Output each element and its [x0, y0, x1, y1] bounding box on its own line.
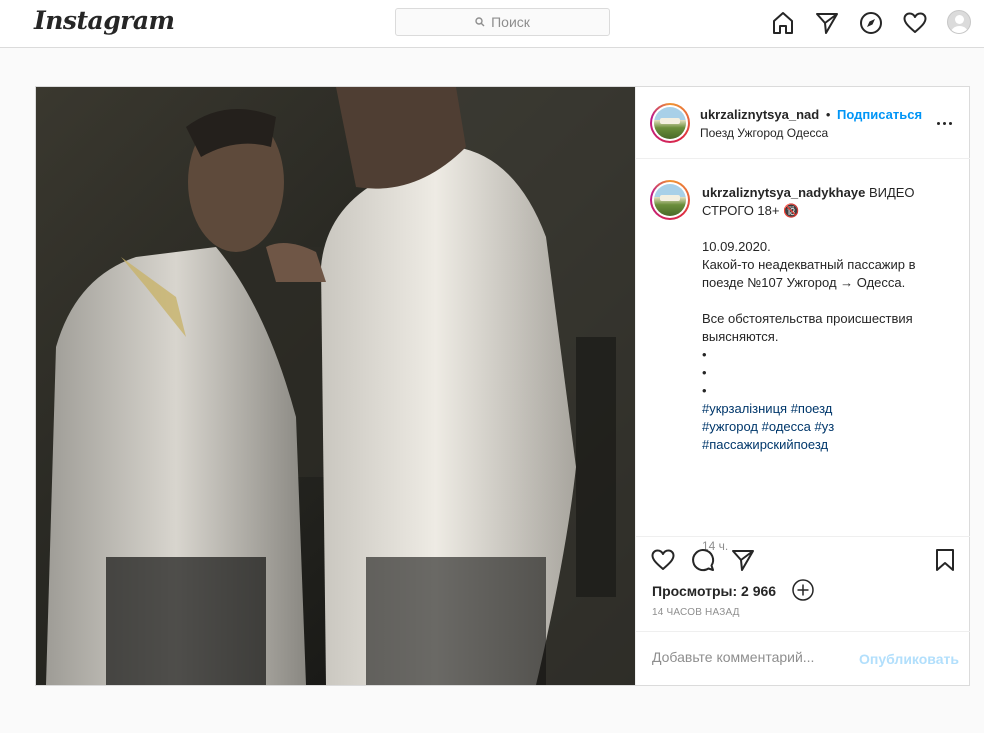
post-video[interactable] — [36, 87, 635, 685]
caption-body-1: Какой-то неадекватный пассажир в поезде … — [702, 257, 916, 290]
post-author-line: ukrzaliznytsya_nad • Подписаться — [700, 107, 922, 122]
post-caption: ukrzaliznytsya_nadykhaye ВИДЕО СТРОГО 18… — [636, 160, 970, 601]
explore-icon[interactable] — [858, 10, 884, 36]
caption-date: 10.09.2020. — [702, 239, 771, 254]
hashtag-link[interactable]: #пассажирскийпоезд — [702, 437, 828, 452]
caption-bullet: • — [702, 347, 707, 362]
more-options-icon[interactable] — [932, 111, 956, 135]
hashtag-link[interactable]: #поезд — [791, 401, 833, 416]
like-heart-icon[interactable] — [650, 547, 676, 573]
share-icon[interactable] — [730, 547, 756, 573]
post-card: ukrzaliznytsya_nad • Подписаться Поезд У… — [35, 86, 970, 686]
video-frame-illustration — [36, 87, 635, 685]
home-icon[interactable] — [770, 10, 796, 36]
comment-input[interactable] — [652, 649, 852, 665]
author-username[interactable]: ukrzaliznytsya_nad — [700, 107, 819, 122]
hashtag-link[interactable]: #одесса — [762, 419, 811, 434]
caption-bullet: • — [702, 365, 707, 380]
author-avatar[interactable] — [650, 103, 690, 143]
views-count[interactable]: Просмотры: 2 966 — [652, 583, 776, 599]
follow-button[interactable]: Подписаться — [837, 107, 922, 122]
save-bookmark-icon[interactable] — [932, 547, 958, 573]
separator-dot: • — [825, 107, 831, 122]
comment-icon[interactable] — [690, 547, 716, 573]
caption-author-avatar[interactable] — [650, 180, 690, 220]
profile-avatar[interactable] — [947, 10, 971, 34]
caption-body-2: Все обстоятельства происшествия выясняют… — [702, 311, 913, 344]
search-box[interactable]: Поиск — [395, 8, 610, 36]
post-header: ukrzaliznytsya_nad • Подписаться Поезд У… — [636, 87, 970, 159]
caption-username[interactable]: ukrzaliznytsya_nadykhaye — [702, 185, 865, 200]
caption-text: ukrzaliznytsya_nadykhaye ВИДЕО СТРОГО 18… — [702, 184, 942, 454]
direct-message-icon[interactable] — [814, 10, 840, 36]
hashtag-link[interactable]: #ужгород — [702, 419, 758, 434]
hashtag-link[interactable]: #укрзалізниця — [702, 401, 787, 416]
comment-bar: Опубликовать — [636, 631, 970, 685]
activity-heart-icon[interactable] — [902, 10, 928, 36]
instagram-logo[interactable]: Instagram — [34, 6, 175, 35]
post-location[interactable]: Поезд Ужгород Одесса — [700, 126, 828, 140]
publish-button[interactable]: Опубликовать — [859, 651, 959, 667]
hashtag-link[interactable]: #уз — [815, 419, 835, 434]
search-icon — [475, 17, 485, 27]
caption-bullet: • — [702, 383, 707, 398]
post-sidebar: ukrzaliznytsya_nad • Подписаться Поезд У… — [635, 87, 970, 685]
top-navbar: Instagram Поиск — [0, 0, 984, 48]
search-placeholder: Поиск — [491, 14, 530, 30]
post-time-ago[interactable]: 14 ЧАСОВ НАЗАД — [652, 607, 740, 618]
post-actions: Просмотры: 2 966 14 ЧАСОВ НАЗАД Опублико… — [636, 536, 970, 684]
